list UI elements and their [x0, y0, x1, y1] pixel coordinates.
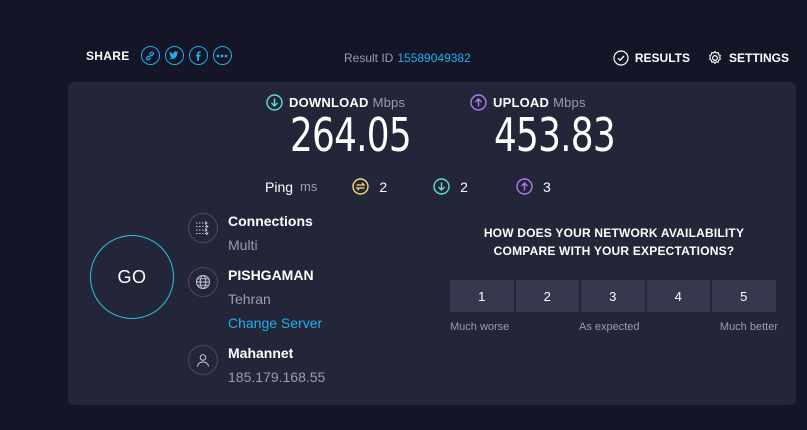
ping-upload: 3 [516, 178, 551, 195]
survey-question-line1: HOW DOES YOUR NETWORK AVAILABILITY [483, 226, 745, 240]
rating-options: 1 2 3 4 5 [450, 280, 778, 312]
connections-icon [188, 213, 218, 243]
more-icon[interactable] [212, 46, 232, 65]
network-survey: HOW DOES YOUR NETWORK AVAILABILITY COMPA… [450, 224, 778, 337]
user-icon [188, 345, 218, 375]
check-circle-icon [613, 50, 629, 66]
upload-arrow-icon [470, 94, 487, 111]
settings-button[interactable]: SETTINGS [707, 50, 789, 66]
top-bar: SHARE Result ID 15589049382 RESULTS SETTI… [0, 0, 807, 80]
change-server-link[interactable]: Change Server [228, 315, 322, 331]
globe-icon [188, 267, 218, 297]
download-metric: DOWNLOAD Mbps 264.05 [266, 94, 445, 161]
ping-label: Ping [265, 178, 294, 195]
server-location: Tehran [228, 291, 271, 307]
upload-latency-icon [516, 178, 533, 195]
settings-label: SETTINGS [728, 51, 789, 65]
rating-option-4[interactable]: 4 [646, 280, 710, 312]
twitter-icon[interactable] [164, 46, 184, 65]
rating-option-2[interactable]: 2 [515, 280, 579, 312]
ping-idle-value: 2 [379, 178, 388, 195]
gear-icon [709, 50, 721, 64]
share-bar: SHARE [86, 46, 232, 65]
result-id-label: Result ID [344, 51, 394, 65]
download-latency-icon [433, 178, 450, 195]
results-button[interactable]: RESULTS [613, 50, 690, 66]
survey-question: HOW DOES YOUR NETWORK AVAILABILITY COMPA… [450, 224, 778, 260]
ping-row: Ping ms 2 2 3 [265, 178, 551, 195]
upload-value: 453.83 [494, 108, 616, 162]
rating-scale: Much worse As expected Much better [450, 321, 778, 337]
link-icon[interactable] [140, 46, 160, 65]
ping-unit: ms [300, 179, 318, 194]
scale-mid-label: As expected [579, 321, 640, 333]
connections-title: Connections [228, 213, 313, 229]
idle-latency-icon [352, 178, 370, 195]
result-id: Result ID 15589049382 [344, 51, 471, 65]
results-card: DOWNLOAD Mbps 264.05 UPLOAD Mbps 453.83 … [68, 82, 796, 405]
survey-question-line2: COMPARE WITH YOUR EXPECTATIONS? [493, 244, 735, 258]
rating-option-1[interactable]: 1 [450, 280, 514, 312]
rating-option-3[interactable]: 3 [581, 280, 645, 312]
results-label: RESULTS [634, 51, 690, 65]
scale-high-label: Much better [719, 321, 778, 333]
connections-value[interactable]: Multi [228, 237, 258, 253]
facebook-icon[interactable] [188, 46, 208, 65]
provider-name: Mahannet [228, 345, 294, 361]
rating-option-5[interactable]: 5 [712, 280, 776, 312]
server-name: PISHGAMAN [228, 267, 314, 283]
upload-metric: UPLOAD Mbps 453.83 [470, 94, 649, 161]
ping-upload-value: 3 [542, 178, 551, 195]
top-nav: RESULTS SETTINGS [596, 50, 789, 66]
result-id-link[interactable]: 15589049382 [397, 51, 470, 65]
download-value: 264.05 [290, 108, 412, 162]
provider-ip: 185.179.168.55 [228, 369, 326, 385]
scale-low-label: Much worse [450, 321, 510, 333]
share-label: SHARE [86, 48, 130, 63]
ping-download: 2 [433, 178, 468, 195]
go-button[interactable]: GO [90, 235, 174, 319]
ping-idle: 2 [352, 178, 387, 195]
download-arrow-icon [266, 94, 283, 111]
ping-download-value: 2 [460, 178, 468, 195]
